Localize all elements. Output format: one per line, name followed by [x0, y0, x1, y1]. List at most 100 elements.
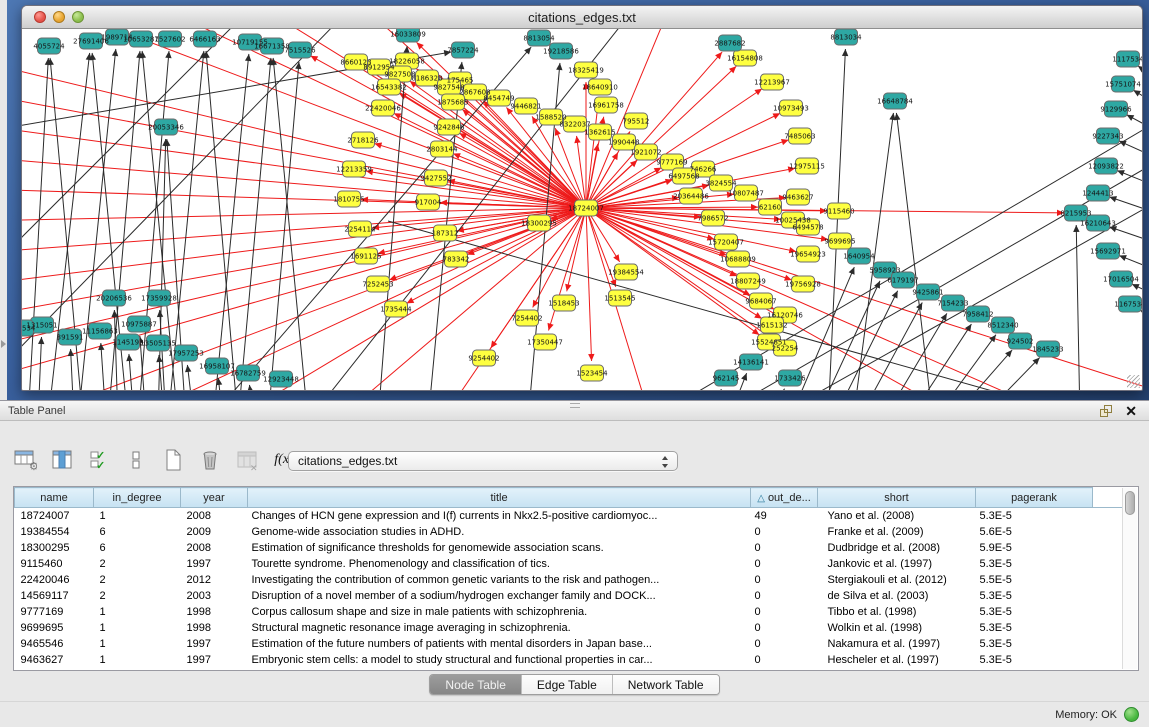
combo-spinner-icon — [662, 455, 669, 469]
table-row[interactable]: 969969511998Structural magnetic resonanc… — [15, 620, 1125, 636]
table-cell: 18724007 — [15, 508, 94, 524]
column-header-short[interactable]: short — [818, 488, 976, 508]
table-cell: Structural magnetic resonance image aver… — [248, 620, 751, 636]
svg-text:7154233: 7154233 — [937, 300, 968, 308]
svg-text:✓: ✓ — [96, 460, 105, 472]
svg-text:⚙: ⚙ — [29, 461, 37, 472]
splitter-collapse-arrow[interactable] — [1, 340, 6, 348]
delete-column-icon[interactable] — [197, 447, 223, 473]
svg-text:16154808: 16154808 — [727, 55, 763, 63]
memory-status-label: Memory: OK — [1055, 709, 1117, 721]
svg-text:9115460: 9115460 — [823, 208, 854, 216]
svg-text:19756928: 19756928 — [785, 281, 821, 289]
svg-text:20206536: 20206536 — [96, 295, 132, 303]
tab-node-table[interactable]: Node Table — [430, 675, 522, 694]
svg-text:1691125: 1691125 — [350, 253, 381, 261]
new-column-icon[interactable] — [160, 447, 186, 473]
window-resize-grip[interactable] — [1127, 375, 1140, 388]
svg-text:783342: 783342 — [443, 256, 470, 264]
batch-edit-icon[interactable]: ✓✓ — [86, 447, 112, 473]
table-cell — [1093, 508, 1125, 524]
tab-network-table[interactable]: Network Table — [613, 675, 719, 694]
table-row[interactable]: 946554611997Estimation of the future num… — [15, 636, 1125, 652]
table-cell: Wolkin et al. (1998) — [818, 620, 976, 636]
import-table-icon[interactable]: ✕ — [234, 447, 260, 473]
svg-text:2254114: 2254114 — [344, 226, 376, 234]
table-cell: Nakamura et al. (1997) — [818, 636, 976, 652]
table-scrollbar[interactable] — [1122, 488, 1137, 669]
window-titlebar[interactable]: citations_edges.txt — [22, 6, 1142, 29]
table-cell: 2 — [94, 588, 181, 604]
svg-text:7986572: 7986572 — [697, 215, 728, 223]
svg-text:8512340: 8512340 — [987, 322, 1018, 330]
scrollbar-thumb[interactable] — [1125, 491, 1135, 515]
network-canvas[interactable]: 1872400786601238912954182260589827508165… — [22, 29, 1142, 390]
svg-text:19218586: 19218586 — [543, 48, 579, 56]
svg-text:12213359: 12213359 — [336, 166, 372, 174]
table-cell: 5.9E-5 — [976, 540, 1093, 556]
svg-text:5958923: 5958923 — [869, 267, 900, 275]
svg-text:16033809: 16033809 — [390, 31, 426, 39]
svg-text:10807487: 10807487 — [728, 190, 764, 198]
panel-resize-handle[interactable] — [570, 403, 580, 408]
svg-text:10975887: 10975887 — [121, 321, 157, 329]
table-cell: Embryonic stem cells: a model to study s… — [248, 652, 751, 668]
table-row[interactable]: 1872400712008Changes of HCN gene express… — [15, 508, 1125, 524]
column-header-title[interactable]: title — [248, 488, 751, 508]
svg-text:7485063: 7485063 — [784, 133, 815, 141]
table-row[interactable]: 1938455462009Genome-wide association stu… — [15, 524, 1125, 540]
svg-text:9129966: 9129966 — [1100, 106, 1132, 114]
column-header-pagerank[interactable]: pagerank — [976, 488, 1093, 508]
table-row[interactable]: 1456911722003Disruption of a novel membe… — [15, 588, 1125, 604]
select-columns-icon[interactable] — [49, 447, 75, 473]
table-cell: 49 — [751, 508, 818, 524]
tab-edge-table[interactable]: Edge Table — [522, 675, 613, 694]
table-row[interactable]: 1830029562008Estimation of significance … — [15, 540, 1125, 556]
svg-text:1362615: 1362615 — [584, 129, 615, 137]
table-cell: 9465546 — [15, 636, 94, 652]
table-cell — [1093, 524, 1125, 540]
sort-ascending-icon: △ — [757, 493, 765, 504]
table-cell: 9115460 — [15, 556, 94, 572]
svg-text:1735444: 1735444 — [380, 306, 412, 314]
network-window: citations_edges.txt 18724007866012389129… — [21, 5, 1143, 391]
table-cell — [1093, 604, 1125, 620]
svg-text:1733426: 1733426 — [774, 375, 806, 383]
column-chooser-icon[interactable] — [123, 447, 149, 473]
table-cell: 5.6E-5 — [976, 524, 1093, 540]
svg-text:16543382: 16543382 — [371, 84, 407, 92]
column-header-out_de[interactable]: △out_de... — [751, 488, 818, 508]
network-table-selector[interactable]: citations_edges.txt — [288, 451, 678, 471]
column-header-name[interactable]: name — [15, 488, 94, 508]
svg-text:17359928: 17359928 — [141, 295, 177, 303]
table-row[interactable]: 2242004622012Investigating the contribut… — [15, 572, 1125, 588]
table-cell — [1093, 620, 1125, 636]
table-toolbar: ⚙ ✓✓ ✕ f(x) — [12, 443, 297, 477]
table-row[interactable]: 977716911998Corpus callosum shape and si… — [15, 604, 1125, 620]
table-cell: 2008 — [181, 508, 248, 524]
svg-text:14136141: 14136141 — [733, 359, 769, 367]
svg-text:9777169: 9777169 — [656, 159, 687, 167]
memory-status-indicator[interactable] — [1124, 707, 1139, 722]
table-cell: Hescheler et al. (1997) — [818, 652, 976, 668]
table-cell: 0 — [751, 636, 818, 652]
node-table: namein_degreeyeartitle△out_de...shortpag… — [13, 486, 1139, 671]
window-title: citations_edges.txt — [22, 10, 1142, 25]
column-header-year[interactable]: year — [181, 488, 248, 508]
svg-text:7252453: 7252453 — [362, 281, 393, 289]
table-cell: 5.3E-5 — [976, 604, 1093, 620]
svg-text:1640954: 1640954 — [843, 253, 875, 261]
table-row[interactable]: 946362711997Embryonic stem cells: a mode… — [15, 652, 1125, 668]
table-cell: 9699695 — [15, 620, 94, 636]
table-cell: 0 — [751, 620, 818, 636]
svg-text:13505135: 13505135 — [140, 340, 176, 348]
column-header-in_degree[interactable]: in_degree — [94, 488, 181, 508]
table-cell: Tibbo et al. (1998) — [818, 604, 976, 620]
table-row[interactable]: 911546021997Tourette syndrome. Phenomeno… — [15, 556, 1125, 572]
float-panel-icon[interactable] — [1100, 405, 1113, 418]
table-settings-icon[interactable]: ⚙ — [12, 447, 38, 473]
svg-text:8215953: 8215953 — [1060, 210, 1091, 218]
header-filler — [1093, 488, 1125, 508]
table-cell: de Silva et al. (2003) — [818, 588, 976, 604]
close-panel-icon[interactable]: ✕ — [1125, 403, 1137, 419]
